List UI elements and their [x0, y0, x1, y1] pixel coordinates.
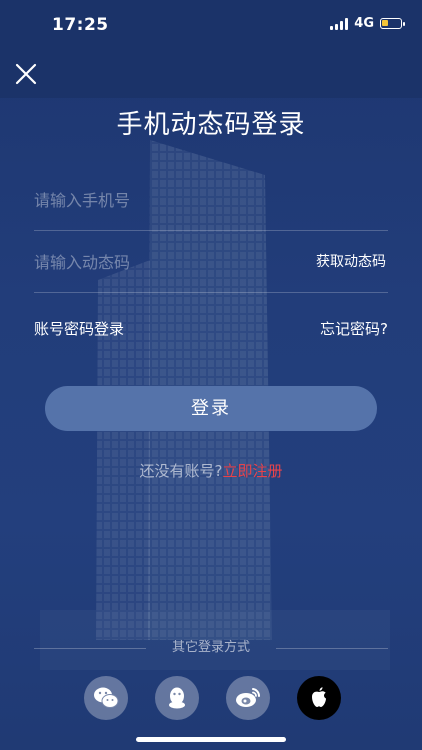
link-row: 账号密码登录 忘记密码? — [34, 318, 388, 342]
weibo-icon — [236, 688, 261, 707]
get-code-button[interactable]: 获取动态码 — [316, 232, 386, 292]
divider-line — [276, 648, 388, 649]
other-login-divider: 其它登录方式 — [34, 638, 388, 658]
signal-icon — [330, 17, 349, 30]
divider-line — [34, 648, 146, 649]
close-icon — [15, 63, 37, 85]
home-indicator — [136, 737, 286, 742]
qq-login-button[interactable] — [155, 676, 199, 720]
register-prompt: 还没有账号? — [139, 462, 223, 480]
login-button[interactable]: 登录 — [45, 386, 377, 431]
other-login-label: 其它登录方式 — [171, 640, 250, 655]
weibo-login-button[interactable] — [226, 676, 270, 720]
phone-input[interactable] — [34, 170, 294, 230]
register-link[interactable]: 立即注册 — [222, 462, 282, 480]
page-title: 手机动态码登录 — [116, 110, 306, 140]
status-icons: 4G — [330, 16, 405, 31]
network-type: 4G — [354, 16, 374, 31]
forgot-password-link[interactable]: 忘记密码? — [320, 318, 388, 339]
social-login-row — [0, 676, 422, 720]
wechat-icon — [94, 687, 119, 708]
battery-icon — [380, 18, 405, 29]
code-field: 获取动态码 — [34, 232, 388, 293]
status-time: 17:25 — [52, 15, 109, 35]
register-row: 还没有账号?立即注册 — [0, 460, 422, 481]
password-login-link[interactable]: 账号密码登录 — [34, 318, 124, 339]
phone-field — [34, 170, 388, 231]
apple-login-button[interactable] — [297, 676, 341, 720]
apple-icon — [312, 687, 326, 707]
code-input[interactable] — [34, 232, 294, 292]
wechat-login-button[interactable] — [84, 676, 128, 720]
close-button[interactable] — [12, 60, 40, 88]
qq-icon — [169, 687, 185, 709]
